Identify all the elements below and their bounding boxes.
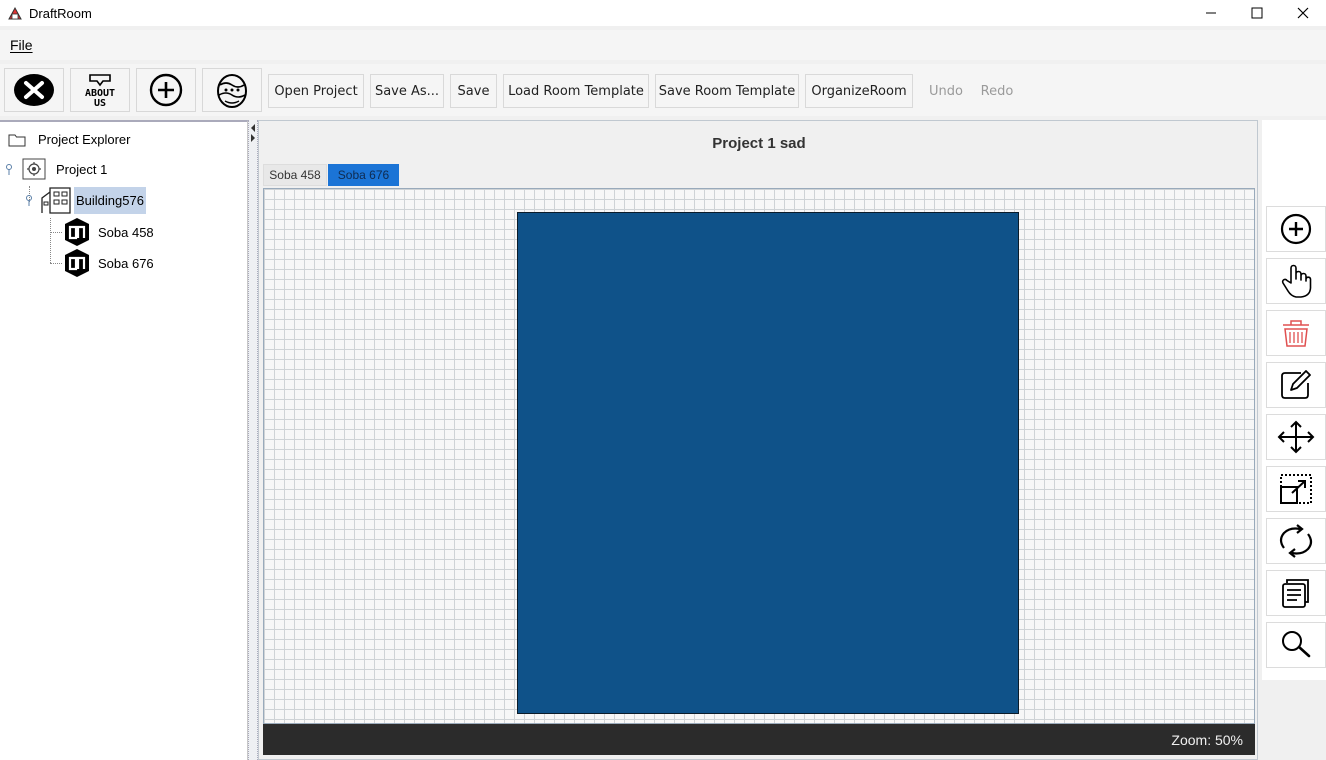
window-title: DraftRoom [29,5,92,21]
exit-button[interactable] [4,68,64,112]
move-tool-button[interactable] [1266,414,1326,460]
svg-text:US: US [94,98,106,109]
save-button[interactable]: Save [450,74,497,108]
plus-circle-icon [149,73,183,107]
close-window-button[interactable] [1280,0,1326,26]
save-room-template-button[interactable]: Save Room Template [655,74,799,108]
redo-button[interactable]: Redo [974,74,1020,108]
tree-building-label: Building576 [74,186,146,214]
close-circle-icon [14,74,54,106]
delete-tool-button[interactable] [1266,310,1326,356]
room-icon [65,249,89,277]
select-tool-button[interactable] [1266,258,1326,304]
expand-handle-icon [26,195,32,206]
menu-bar: File [0,30,1326,60]
workspace: Project 1 sad Soba 458 Soba 676 Zoom: 50… [258,120,1258,760]
project-icon [22,158,46,180]
app-icon [8,6,22,20]
menu-file[interactable]: File [10,37,33,53]
trash-icon [1283,320,1309,347]
about-us-icon: ABOUT US [85,74,115,109]
maximize-icon [1251,7,1263,19]
tree-room-label: Soba 676 [98,255,154,271]
zoom-tool-button[interactable] [1266,622,1326,668]
organize-room-button[interactable]: OrganizeRoom [805,74,913,108]
tree-room-item[interactable]: Soba 458 [62,217,156,247]
project-explorer: Project Explorer Project 1 Building576 S… [0,120,248,760]
magnifier-icon [1282,631,1311,658]
about-us-button[interactable]: ABOUT US [70,68,130,112]
project-title: Project 1 sad [712,135,806,152]
folder-icon [8,134,26,146]
save-as-button[interactable]: Save As... [370,74,444,108]
copy-document-icon [1282,579,1309,608]
new-project-button[interactable] [136,68,196,112]
minimize-button[interactable] [1188,0,1234,26]
plus-circle-icon [1280,213,1312,245]
undo-button[interactable]: Undo [920,74,972,108]
easter-egg-button[interactable] [202,68,262,112]
easter-egg-icon [217,74,247,108]
status-bar: Zoom: 50% [263,724,1255,755]
room-canvas[interactable] [263,188,1255,724]
tab-room[interactable]: Soba 458 [263,164,327,186]
tree-room-label: Soba 458 [98,224,154,240]
title-bar: DraftRoom [0,0,1326,26]
close-icon [1297,7,1309,19]
load-room-template-button[interactable]: Load Room Template [503,74,649,108]
minimize-icon [1206,12,1216,14]
tree-root[interactable]: Project Explorer [8,130,132,149]
resize-tool-button[interactable] [1266,466,1326,512]
hand-pointer-icon [1281,264,1312,298]
tree-project[interactable]: Project 1 [4,158,109,180]
tree-root-label: Project Explorer [38,132,131,147]
resize-icon [1280,474,1312,504]
collapse-left-icon [251,124,255,142]
toolbar: ABOUT US Open Project Save As... Save Lo… [0,64,1326,116]
split-pane-divider[interactable] [248,120,258,760]
building-icon [41,187,71,214]
pencil-icon [1281,370,1311,399]
rotate-icon [1279,524,1313,558]
zoom-level: Zoom: 50% [1171,731,1243,748]
tab-room-active[interactable]: Soba 676 [328,164,399,186]
open-project-button[interactable]: Open Project [268,74,364,108]
tool-palette [1262,120,1326,680]
copy-tool-button[interactable] [1266,570,1326,616]
tree-building[interactable]: Building576 [24,186,146,214]
room-rectangle[interactable] [517,212,1019,714]
add-tool-button[interactable] [1266,206,1326,252]
expand-handle-icon [6,164,12,175]
room-icon [65,218,89,246]
edit-tool-button[interactable] [1266,362,1326,408]
tree-project-label: Project 1 [56,161,108,177]
rotate-tool-button[interactable] [1266,518,1326,564]
tree-room-item[interactable]: Soba 676 [62,248,156,278]
move-arrows-icon [1277,420,1315,454]
maximize-button[interactable] [1234,0,1280,26]
